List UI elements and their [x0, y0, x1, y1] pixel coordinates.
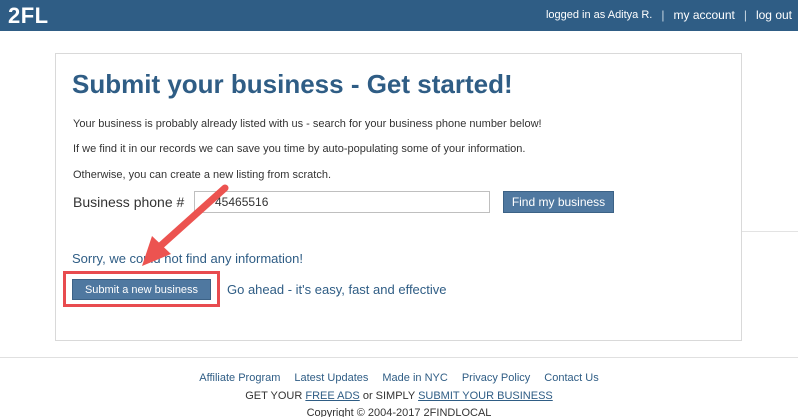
not-found-message: Sorry, we could not find any information… [72, 251, 303, 266]
separator: | [661, 8, 665, 22]
user-bar: logged in as Aditya R. | my account | lo… [546, 8, 792, 22]
business-phone-input[interactable] [194, 191, 490, 213]
footer-divider [0, 357, 798, 358]
submit-new-business-button[interactable]: Submit a new business [72, 279, 211, 300]
page-title: Submit your business - Get started! [72, 69, 513, 99]
free-ads-link[interactable]: FREE ADS [305, 390, 359, 402]
go-ahead-text: Go ahead - it's easy, fast and effective [227, 282, 447, 297]
intro-text-3: Otherwise, you can create a new listing … [73, 169, 331, 181]
footer-links: Affiliate Program Latest Updates Made in… [0, 372, 798, 384]
logged-in-status: logged in as Aditya R. [545, 9, 653, 21]
contact-us-link[interactable]: Contact Us [544, 372, 598, 384]
intro-text-2: If we find it in our records we can save… [73, 143, 526, 155]
submit-your-business-link[interactable]: SUBMIT YOUR BUSINESS [418, 390, 553, 402]
made-in-nyc-link[interactable]: Made in NYC [382, 372, 447, 384]
submit-business-card: Submit your business - Get started! Your… [55, 53, 742, 341]
business-phone-label: Business phone # [73, 194, 185, 210]
find-my-business-button[interactable]: Find my business [503, 191, 614, 213]
affiliate-program-link[interactable]: Affiliate Program [199, 372, 280, 384]
latest-updates-link[interactable]: Latest Updates [294, 372, 368, 384]
ads-middle: or SIMPLY [362, 390, 415, 402]
top-navigation-bar: 2FL logged in as Aditya R. | my account … [0, 0, 798, 31]
log-out-link[interactable]: log out [756, 8, 792, 22]
privacy-policy-link[interactable]: Privacy Policy [462, 372, 530, 384]
copyright: Copyright © 2004-2017 2FINDLOCAL [306, 407, 492, 417]
ads-prefix: GET YOUR [245, 390, 303, 402]
footer-ads-line: GET YOUR FREE ADS or SIMPLY SUBMIT YOUR … [0, 390, 798, 402]
separator: | [743, 8, 747, 22]
my-account-link[interactable]: my account [673, 8, 734, 22]
intro-text-1: Your business is probably already listed… [73, 118, 542, 130]
site-logo[interactable]: 2FL [8, 3, 49, 29]
divider [742, 231, 798, 232]
